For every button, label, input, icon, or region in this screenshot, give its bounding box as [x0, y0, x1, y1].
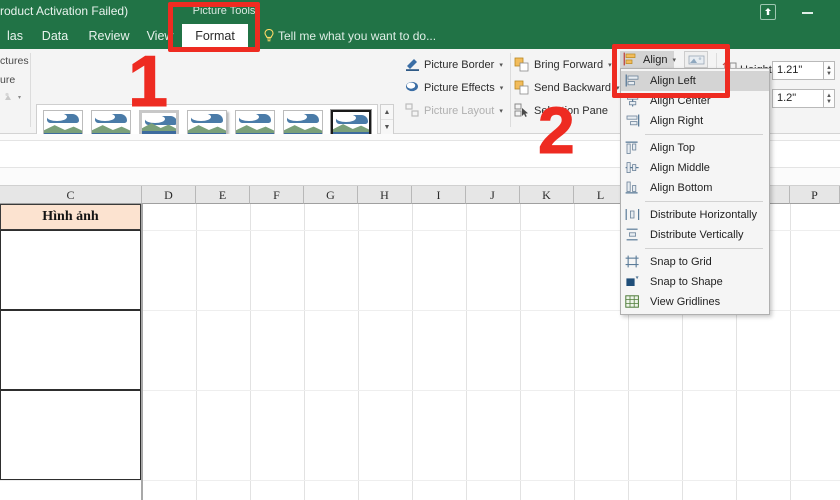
align-right-icon	[625, 114, 642, 129]
column-header-j[interactable]: J	[466, 186, 520, 204]
tell-me-search[interactable]: Tell me what you want to do...	[278, 24, 436, 49]
menu-item-label: Align Top	[650, 142, 696, 154]
column-header-c[interactable]: C	[0, 186, 142, 204]
stepper-down-icon[interactable]: ▼	[826, 71, 832, 77]
gridline	[520, 204, 521, 500]
view-gridlines-icon	[625, 294, 642, 310]
adjust-compress-label[interactable]: ure	[0, 74, 15, 86]
align-top-icon	[625, 141, 642, 156]
group-divider	[30, 53, 31, 127]
excel-window: roduct Activation Failed) Picture Tools …	[0, 0, 840, 500]
gridline	[358, 204, 359, 500]
picture-layout-button: Picture Layout ▾	[405, 102, 503, 119]
bring-forward-button[interactable]: Bring Forward ▾	[514, 56, 612, 73]
align-bottom-icon	[625, 181, 642, 196]
distribute-horizontally-icon	[625, 208, 642, 223]
gridline	[250, 204, 251, 500]
tab-data[interactable]: Data	[30, 24, 80, 49]
share-up-arrow-icon[interactable]	[760, 4, 776, 20]
menu-item-label: Snap to Grid	[650, 256, 712, 268]
menu-separator	[645, 201, 763, 202]
menu-item-align-top[interactable]: Align Top	[621, 138, 769, 158]
gridline	[412, 204, 413, 500]
picture-effects-button[interactable]: Picture Effects ▾	[405, 79, 503, 96]
gallery-scroll-down-icon[interactable]: ▼	[381, 120, 393, 135]
height-input[interactable]: 1.21"	[772, 61, 824, 80]
picture-border-icon	[405, 57, 420, 72]
picture-border-label: Picture Border	[424, 58, 495, 71]
column-header-d[interactable]: D	[142, 186, 196, 204]
column-header-e[interactable]: E	[196, 186, 250, 204]
gridline	[0, 480, 840, 481]
menu-item-align-bottom[interactable]: Align Bottom	[621, 178, 769, 198]
image-cell[interactable]	[0, 310, 141, 390]
menu-item-label: Snap to Shape	[650, 276, 723, 288]
column-header-f[interactable]: F	[250, 186, 304, 204]
menu-separator	[645, 248, 763, 249]
menu-item-snap-to-grid[interactable]: Snap to Grid	[621, 252, 769, 272]
chevron-down-icon[interactable]: ▾	[500, 84, 504, 92]
gridline	[574, 204, 575, 500]
snap-to-shape-icon	[625, 275, 642, 290]
group-divider	[510, 53, 511, 127]
bring-forward-icon	[514, 57, 529, 72]
gridline	[196, 204, 197, 500]
menu-item-distribute-vertically[interactable]: Distribute Vertically	[621, 225, 769, 245]
adjust-corrections-label[interactable]: ctures	[0, 55, 29, 67]
picture-border-button[interactable]: Picture Border ▾	[405, 56, 503, 73]
chevron-down-icon: ▾	[499, 107, 503, 115]
column-header-i[interactable]: I	[412, 186, 466, 204]
align-dropdown-menu[interactable]: Align Left Align Center Align Right Alig…	[620, 68, 770, 315]
artistic-effects-icon[interactable]	[2, 91, 26, 109]
send-backward-icon	[514, 80, 529, 95]
column-header-g[interactable]: G	[304, 186, 358, 204]
chevron-down-icon[interactable]: ▾	[499, 61, 503, 69]
picture-effects-icon	[405, 80, 420, 95]
annotation-step-1: 1	[127, 42, 169, 122]
menu-item-snap-to-shape[interactable]: Snap to Shape	[621, 272, 769, 292]
menu-item-align-right[interactable]: Align Right	[621, 111, 769, 131]
title-bar: roduct Activation Failed) Picture Tools	[0, 0, 840, 24]
picture-layout-label: Picture Layout	[424, 104, 495, 117]
image-cell[interactable]	[0, 230, 141, 310]
stepper-down-icon[interactable]: ▼	[826, 99, 832, 105]
menu-item-label: Align Right	[650, 115, 704, 127]
minimize-icon[interactable]	[802, 12, 813, 14]
tab-formulas[interactable]: las	[0, 24, 30, 49]
lightbulb-icon	[264, 28, 274, 48]
align-middle-icon	[625, 161, 642, 176]
cell-hinh-anh-header[interactable]: Hình ảnh	[0, 204, 141, 230]
annotation-box-align-left	[612, 44, 730, 98]
snap-to-grid-icon	[625, 255, 642, 270]
height-stepper[interactable]: ▲ ▼	[824, 61, 835, 80]
column-header-h[interactable]: H	[358, 186, 412, 204]
distribute-vertically-icon	[625, 228, 642, 243]
column-c-right-edge	[141, 204, 143, 500]
column-header-p[interactable]: P	[790, 186, 840, 204]
menu-item-align-middle[interactable]: Align Middle	[621, 158, 769, 178]
menu-item-view-gridlines[interactable]: View Gridlines	[621, 292, 769, 312]
menu-item-label: Distribute Vertically	[650, 229, 744, 241]
send-backward-label: Send Backward	[534, 81, 612, 94]
width-stepper[interactable]: ▲ ▼	[824, 89, 835, 108]
picture-effects-label: Picture Effects	[424, 81, 495, 94]
menu-item-distribute-horizontally[interactable]: Distribute Horizontally	[621, 205, 769, 225]
annotation-box-format-tab	[168, 2, 260, 52]
image-cell[interactable]	[0, 390, 141, 480]
column-header-k[interactable]: K	[520, 186, 574, 204]
gallery-scroll-up-icon[interactable]: ▲	[381, 105, 393, 120]
gridline	[304, 204, 305, 500]
picture-layout-icon	[405, 103, 420, 118]
gridline	[790, 204, 791, 500]
menu-item-label: Distribute Horizontally	[650, 209, 757, 221]
gridline	[466, 204, 467, 500]
selection-pane-icon	[514, 103, 529, 118]
annotation-step-2: 2	[538, 93, 576, 167]
menu-item-label: View Gridlines	[650, 296, 721, 308]
bring-forward-label: Bring Forward	[534, 58, 604, 71]
menu-item-label: Align Bottom	[650, 182, 713, 194]
width-input[interactable]: 1.2"	[772, 89, 824, 108]
menu-separator	[645, 134, 763, 135]
menu-item-label: Align Middle	[650, 162, 710, 174]
